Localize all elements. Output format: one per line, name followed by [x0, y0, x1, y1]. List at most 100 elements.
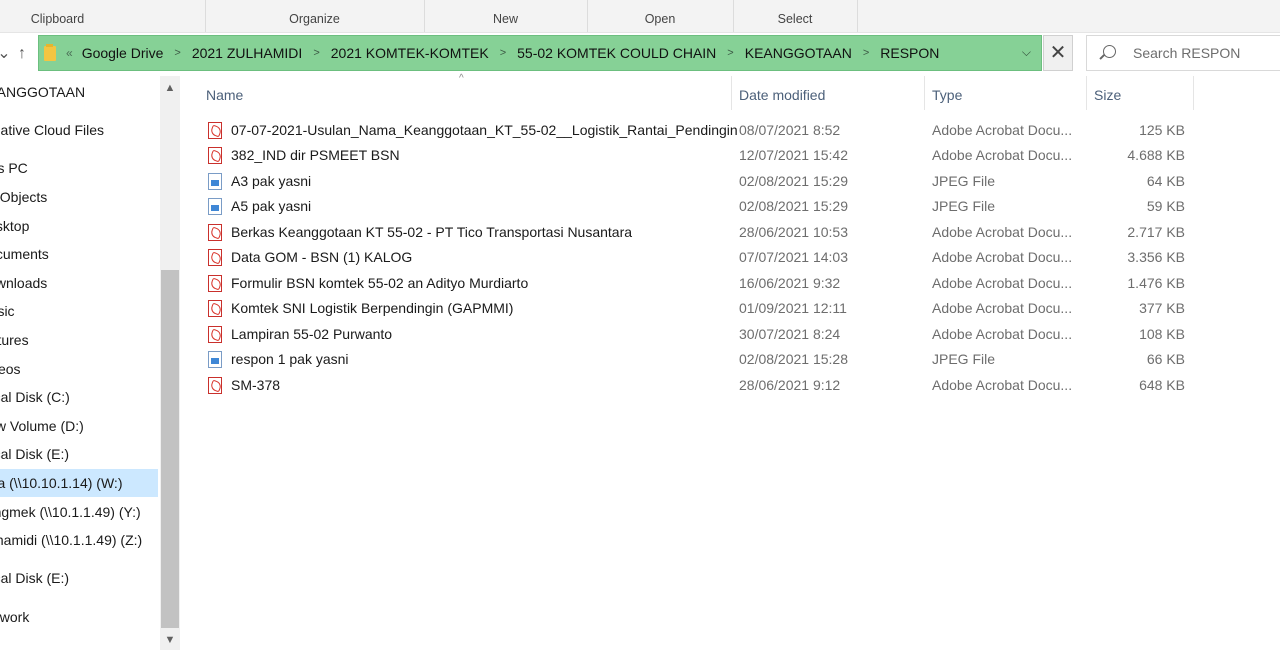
- nav-item-drive-c[interactable]: Local Disk (C:): [0, 383, 158, 411]
- nav-item-network[interactable]: Network: [0, 603, 158, 631]
- file-row[interactable]: Data GOM - BSN (1) KALOG 07/07/2021 14:0…: [204, 245, 1204, 270]
- file-size: 66 KB: [1146, 351, 1185, 367]
- file-size: 3.356 KB: [1127, 249, 1185, 265]
- nav-item-drive-w[interactable]: data (\\10.10.1.14) (W:): [0, 469, 158, 497]
- file-date: 12/07/2021 15:42: [739, 147, 848, 163]
- ribbon-group-organize[interactable]: Organize: [205, 0, 425, 32]
- navigation-pane: KEANGGOTAAN Creative Cloud Files This PC…: [0, 76, 180, 669]
- scrollbar-thumb[interactable]: [161, 270, 179, 628]
- search-box[interactable]: [1086, 35, 1280, 71]
- breadcrumb-item[interactable]: Google Drive: [82, 45, 164, 61]
- ribbon-group-new[interactable]: New: [424, 0, 588, 32]
- file-date: 02/08/2021 15:28: [739, 351, 848, 367]
- search-input[interactable]: [1133, 44, 1273, 62]
- chevron-right-icon[interactable]: >: [500, 47, 506, 59]
- chevron-right-icon[interactable]: >: [727, 47, 733, 59]
- ribbon-group-label: Select: [777, 12, 813, 26]
- address-bar[interactable]: « Google Drive > 2021 ZULHAMIDI > 2021 K…: [38, 35, 1042, 71]
- file-date: 30/07/2021 8:24: [739, 326, 841, 342]
- nav-item-documents[interactable]: Documents: [0, 240, 158, 268]
- file-row[interactable]: A3 pak yasni 02/08/2021 15:29 JPEG File …: [204, 169, 1204, 194]
- file-name: Data GOM - BSN (1) KALOG: [231, 249, 413, 265]
- nav-item-3d-objects[interactable]: 3D Objects: [0, 183, 158, 211]
- file-type: JPEG File: [932, 351, 996, 367]
- ribbon-group-open[interactable]: Open: [587, 0, 734, 32]
- ribbon-group-clipboard[interactable]: Clipboard: [0, 0, 206, 32]
- file-row[interactable]: A5 pak yasni 02/08/2021 15:29 JPEG File …: [204, 194, 1204, 219]
- nav-item-drive-y[interactable]: bangmek (\\10.1.1.49) (Y:): [0, 498, 158, 526]
- column-divider[interactable]: [1086, 76, 1087, 110]
- scroll-down-icon[interactable]: ▼: [160, 630, 180, 650]
- file-size: 1.476 KB: [1127, 275, 1185, 291]
- overflow-crumbs-icon[interactable]: «: [66, 46, 73, 60]
- column-header-size[interactable]: Size: [1094, 82, 1121, 108]
- nav-item-drive-d[interactable]: New Volume (D:): [0, 412, 158, 440]
- breadcrumb-item-current[interactable]: RESPON: [880, 45, 939, 61]
- file-row[interactable]: Formulir BSN komtek 55-02 an Adityo Murd…: [204, 271, 1204, 296]
- ribbon-group-select[interactable]: Select: [733, 0, 858, 32]
- nav-item-label: Videos: [0, 361, 21, 377]
- nav-item-keanggotaan[interactable]: KEANGGOTAAN: [0, 78, 158, 106]
- ribbon-group-label: Clipboard: [30, 12, 85, 26]
- file-size: 4.688 KB: [1127, 147, 1185, 163]
- ribbon-group-label: Open: [644, 12, 676, 26]
- column-divider[interactable]: [1193, 76, 1194, 110]
- nav-item-pictures[interactable]: Pictures: [0, 326, 158, 354]
- column-header-type[interactable]: Type: [932, 82, 962, 108]
- breadcrumb-item[interactable]: KEANGGOTAAN: [745, 45, 852, 61]
- breadcrumb-item[interactable]: 55-02 KOMTEK COULD CHAIN: [517, 45, 716, 61]
- file-date: 16/06/2021 9:32: [739, 275, 841, 291]
- ribbon-group-label: New: [492, 12, 518, 26]
- image-file-icon: [208, 351, 222, 368]
- pdf-file-icon: [208, 275, 222, 292]
- nav-item-desktop[interactable]: Desktop: [0, 212, 158, 240]
- breadcrumb-item[interactable]: 2021 KOMTEK-KOMTEK: [331, 45, 489, 61]
- nav-item-label: Local Disk (E:): [0, 446, 70, 462]
- file-list: ^ Name Date modified Type Size 07-07-202…: [184, 73, 1280, 669]
- nav-item-drive-e[interactable]: Local Disk (E:): [0, 440, 158, 468]
- address-dropdown-icon[interactable]: ⌵: [1022, 45, 1031, 60]
- breadcrumb-item[interactable]: 2021 ZULHAMIDI: [192, 45, 302, 61]
- chevron-right-icon[interactable]: >: [863, 47, 869, 59]
- chevron-right-icon[interactable]: >: [174, 47, 180, 59]
- nav-item-label: data (\\10.10.1.14) (W:): [0, 475, 123, 491]
- nav-item-videos[interactable]: Videos: [0, 355, 158, 383]
- file-name: Komtek SNI Logistik Berpendingin (GAPMMI…: [231, 300, 514, 316]
- nav-item-label: Creative Cloud Files: [0, 122, 105, 138]
- file-row[interactable]: 07-07-2021-Usulan_Nama_Keanggotaan_KT_55…: [204, 118, 1204, 143]
- scroll-up-icon[interactable]: ▲: [160, 78, 180, 98]
- clear-address-button[interactable]: ✕: [1043, 35, 1073, 71]
- nav-item-label: New Volume (D:): [0, 418, 84, 434]
- column-divider[interactable]: [731, 76, 732, 110]
- file-size: 648 KB: [1139, 377, 1185, 393]
- nav-item-drive-z[interactable]: zulhamidi (\\10.1.1.49) (Z:): [0, 526, 158, 554]
- file-name: Berkas Keanggotaan KT 55-02 - PT Tico Tr…: [231, 224, 633, 240]
- up-arrow-icon[interactable]: ↑: [12, 41, 32, 67]
- file-type: Adobe Acrobat Docu...: [932, 224, 1073, 240]
- nav-item-creative-cloud[interactable]: Creative Cloud Files: [0, 116, 158, 144]
- file-row[interactable]: Lampiran 55-02 Purwanto 30/07/2021 8:24 …: [204, 322, 1204, 347]
- nav-scrollbar[interactable]: ▲ ▼: [160, 76, 180, 650]
- nav-item-label: zulhamidi (\\10.1.1.49) (Z:): [0, 532, 143, 548]
- chevron-right-icon[interactable]: >: [313, 47, 319, 59]
- nav-item-music[interactable]: Music: [0, 297, 158, 325]
- file-row[interactable]: Komtek SNI Logistik Berpendingin (GAPMMI…: [204, 296, 1204, 321]
- file-row[interactable]: SM-378 28/06/2021 9:12 Adobe Acrobat Doc…: [204, 373, 1204, 398]
- column-header-name[interactable]: Name: [206, 82, 243, 108]
- ribbon: Clipboard Organize New Open Select: [0, 0, 1280, 33]
- file-row[interactable]: Berkas Keanggotaan KT 55-02 - PT Tico Tr…: [204, 220, 1204, 245]
- file-size: 2.717 KB: [1127, 224, 1185, 240]
- column-divider[interactable]: [924, 76, 925, 110]
- nav-item-this-pc[interactable]: This PC: [0, 154, 158, 182]
- file-row[interactable]: 382_IND dir PSMEET BSN 12/07/2021 15:42 …: [204, 143, 1204, 168]
- file-type: Adobe Acrobat Docu...: [932, 377, 1073, 393]
- nav-item-downloads[interactable]: Downloads: [0, 269, 158, 297]
- nav-item-usb-e[interactable]: Local Disk (E:): [0, 564, 158, 592]
- file-row[interactable]: respon 1 pak yasni 02/08/2021 15:28 JPEG…: [204, 347, 1204, 372]
- column-header-date[interactable]: Date modified: [739, 82, 825, 108]
- image-file-icon: [208, 198, 222, 215]
- file-date: 01/09/2021 12:11: [739, 300, 847, 316]
- nav-item-label: Documents: [0, 246, 49, 262]
- file-name: Formulir BSN komtek 55-02 an Adityo Murd…: [231, 275, 529, 291]
- pdf-file-icon: [208, 300, 222, 317]
